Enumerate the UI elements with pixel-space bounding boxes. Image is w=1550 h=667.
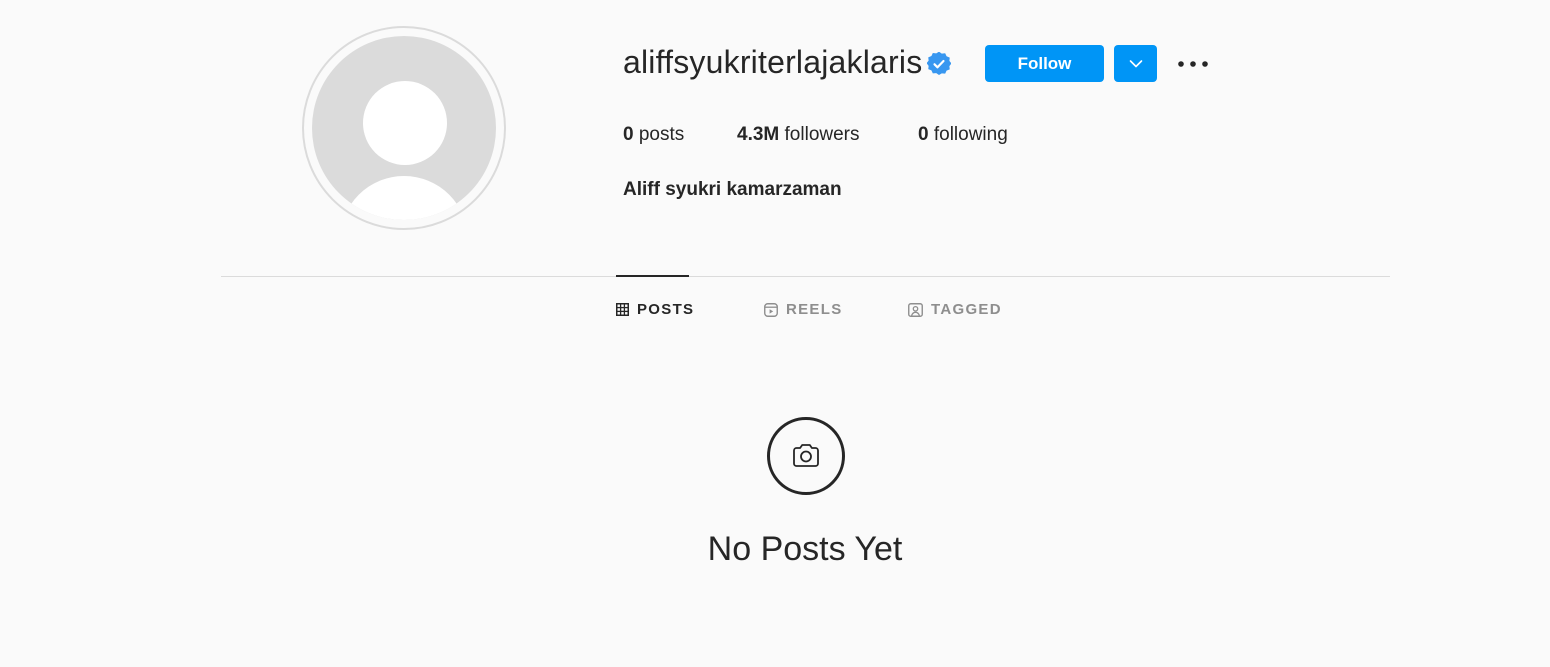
- active-tab-indicator: [616, 275, 689, 277]
- posts-label: posts: [638, 124, 685, 145]
- full-name: Aliff syukri kamarzaman: [623, 179, 842, 200]
- followers-count: 4.3M: [737, 124, 780, 145]
- username: aliffsyukriterlajaklaris: [623, 44, 923, 80]
- profile-page: aliffsyukriterlajaklaris Follow 0 posts …: [0, 0, 1550, 667]
- camera-icon: [793, 444, 819, 467]
- posts-count: 0: [623, 124, 634, 145]
- tab-reels-label: REELS: [786, 301, 843, 318]
- tagged-icon: [908, 302, 923, 317]
- following-stat[interactable]: 0 following: [918, 124, 1008, 146]
- verified-badge-icon: [927, 52, 951, 76]
- tabs-divider: [221, 276, 1390, 277]
- followers-label: followers: [784, 124, 860, 145]
- following-label: following: [933, 124, 1008, 145]
- more-options-button[interactable]: [1175, 50, 1211, 78]
- posts-stat: 0 posts: [623, 124, 684, 146]
- tab-posts[interactable]: POSTS: [616, 301, 694, 318]
- tab-tagged-label: TAGGED: [931, 301, 1002, 318]
- avatar-ring: [302, 26, 506, 230]
- reels-icon: [764, 302, 778, 317]
- follow-button[interactable]: Follow: [985, 45, 1104, 82]
- chevron-down-icon: [1129, 59, 1142, 67]
- tab-posts-label: POSTS: [637, 301, 695, 318]
- following-count: 0: [918, 124, 929, 145]
- tab-tagged[interactable]: TAGGED: [908, 301, 1002, 318]
- tab-reels[interactable]: REELS: [764, 301, 843, 318]
- avatar[interactable]: [312, 36, 496, 220]
- suggestions-dropdown-button[interactable]: [1114, 45, 1157, 82]
- more-options-icon: [1178, 61, 1208, 67]
- empty-state-text: No Posts Yet: [707, 530, 903, 568]
- avatar-placeholder-body: [340, 176, 468, 220]
- avatar-placeholder-head: [363, 81, 447, 165]
- followers-stat[interactable]: 4.3M followers: [737, 124, 860, 146]
- grid-icon: [616, 303, 629, 316]
- empty-state-icon-circle: [767, 417, 845, 495]
